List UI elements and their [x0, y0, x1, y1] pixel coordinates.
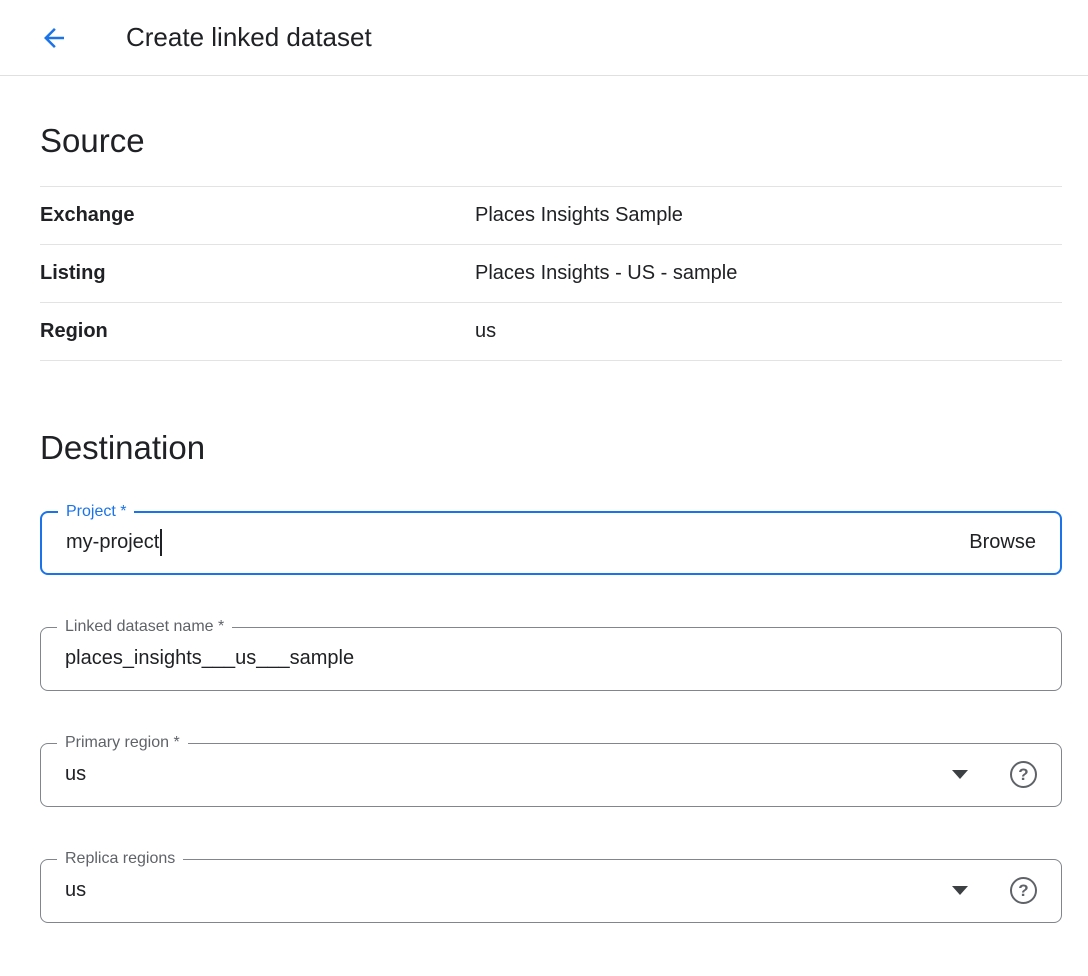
linked-dataset-name-field[interactable]: Linked dataset name * places_insights___…: [40, 627, 1062, 691]
exchange-value: Places Insights Sample: [475, 204, 683, 227]
exchange-label: Exchange: [40, 204, 475, 227]
table-row-region: Region us: [40, 303, 1062, 361]
region-label: Region: [40, 320, 475, 343]
table-row-exchange: Exchange Places Insights Sample: [40, 187, 1062, 245]
primary-region-value: us: [65, 763, 86, 786]
replica-regions-field[interactable]: Replica regions us ?: [40, 859, 1062, 923]
project-input-value[interactable]: my-project: [66, 531, 159, 554]
listing-label: Listing: [40, 262, 475, 285]
replica-regions-controls: ?: [952, 877, 1037, 904]
project-field[interactable]: Project * my-project Browse: [40, 511, 1062, 575]
linked-dataset-name-value[interactable]: places_insights___us___sample: [65, 647, 354, 670]
primary-region-controls: ?: [952, 761, 1037, 788]
text-cursor: [160, 529, 162, 556]
source-section-heading: Source: [40, 122, 1062, 160]
dropdown-arrow-icon[interactable]: [952, 770, 968, 779]
source-table: Exchange Places Insights Sample Listing …: [40, 186, 1062, 361]
dropdown-arrow-icon[interactable]: [952, 886, 968, 895]
replica-regions-value: us: [65, 879, 86, 902]
linked-dataset-name-label: Linked dataset name *: [57, 617, 232, 637]
destination-section-heading: Destination: [40, 429, 1062, 467]
region-value: us: [475, 320, 496, 343]
back-arrow-icon: [39, 23, 69, 53]
table-row-listing: Listing Places Insights - US - sample: [40, 245, 1062, 303]
main-content: Source Exchange Places Insights Sample L…: [0, 122, 1088, 923]
help-icon[interactable]: ?: [1010, 761, 1037, 788]
primary-region-label: Primary region *: [57, 733, 188, 753]
back-button[interactable]: [34, 18, 74, 58]
replica-regions-label: Replica regions: [57, 849, 183, 869]
primary-region-field[interactable]: Primary region * us ?: [40, 743, 1062, 807]
page-header: Create linked dataset: [0, 0, 1088, 76]
listing-value: Places Insights - US - sample: [475, 262, 737, 285]
page-title: Create linked dataset: [126, 22, 372, 53]
browse-button[interactable]: Browse: [969, 531, 1036, 554]
help-icon[interactable]: ?: [1010, 877, 1037, 904]
project-field-label: Project *: [58, 502, 134, 522]
